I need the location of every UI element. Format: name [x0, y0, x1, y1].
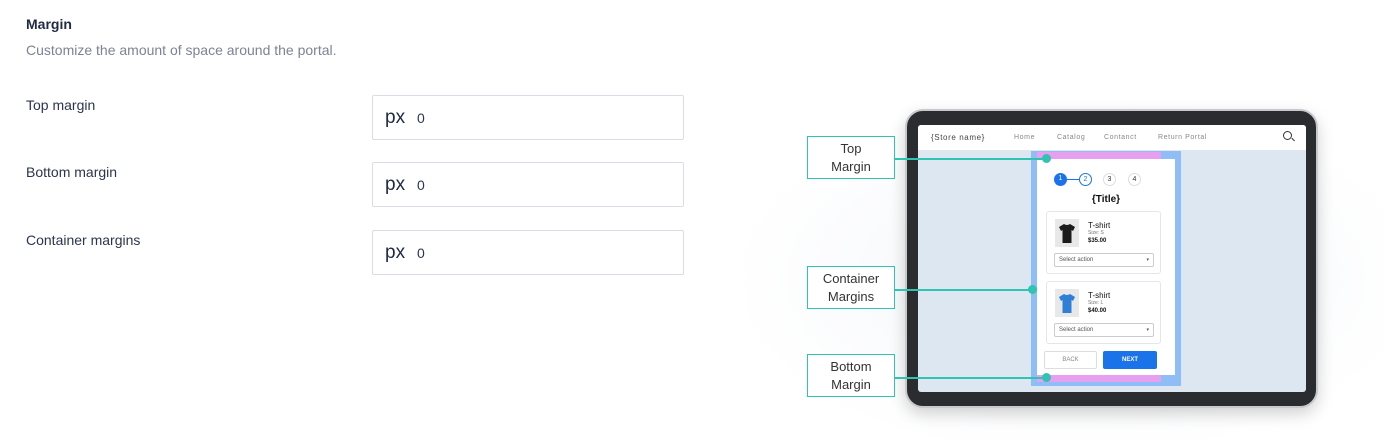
- step-1: 1: [1054, 173, 1067, 186]
- bottom-margin-field[interactable]: px: [372, 162, 684, 207]
- callout-line: Margin: [831, 159, 871, 174]
- section-description: Customize the amount of space around the…: [26, 42, 337, 58]
- step-2: 2: [1079, 173, 1092, 186]
- bottom-margin-label: Bottom margin: [26, 164, 118, 180]
- top-margin-label: Top margin: [26, 97, 96, 113]
- product-price: $40.00: [1088, 308, 1107, 314]
- product-name: T-shirt: [1088, 221, 1111, 230]
- bottom-margin-callout: Bottom Margin: [807, 354, 895, 397]
- step-connector: [1067, 179, 1079, 180]
- product-card: T-shirt Size: L $40.00 Select action: [1046, 281, 1161, 344]
- product-size: Size: L: [1088, 300, 1104, 306]
- bottom-margin-connector: [895, 377, 1046, 379]
- portal-title: {Title}: [1091, 194, 1121, 205]
- store-navbar: {Store name} Home Catalog Contanct Retur…: [918, 125, 1306, 151]
- nav-catalog: Catalog: [1057, 134, 1086, 141]
- nav-home: Home: [1014, 134, 1036, 141]
- tablet-illustration: {Store name} Home Catalog Contanct Retur…: [905, 109, 1318, 408]
- top-margin-connector: [895, 158, 1046, 160]
- top-margin-input[interactable]: [417, 109, 617, 126]
- container-margins-dot: [1028, 285, 1037, 294]
- callout-line: Margins: [827, 289, 875, 304]
- search-icon: [1283, 131, 1292, 140]
- bottom-margin-highlight: [1037, 375, 1161, 382]
- bottom-margin-input[interactable]: [417, 176, 617, 193]
- callout-line: Container: [822, 271, 880, 286]
- bottom-margin-unit: px: [385, 173, 406, 195]
- container-margins-field[interactable]: px: [372, 230, 684, 275]
- tshirt-icon: [1055, 289, 1079, 317]
- product-action-select: Select action: [1054, 323, 1154, 337]
- callout-line: Margin: [831, 377, 871, 392]
- tablet-screen: {Store name} Home Catalog Contanct Retur…: [918, 125, 1306, 392]
- top-margin-callout: Top Margin: [807, 136, 895, 179]
- bottom-margin-dot: [1042, 373, 1051, 382]
- step-4: 4: [1128, 173, 1141, 186]
- next-button: NEXT: [1103, 351, 1157, 369]
- portal-preview: 1 2 3 4 {Title} T-shirt Size: S $35.00 S…: [1037, 159, 1175, 375]
- container-margins-input[interactable]: [417, 244, 617, 261]
- top-margin-field[interactable]: px: [372, 95, 684, 140]
- tshirt-icon: [1055, 219, 1079, 247]
- nav-contact: Contanct: [1104, 134, 1137, 141]
- section-title: Margin: [26, 16, 72, 32]
- product-price: $35.00: [1088, 238, 1107, 244]
- nav-return-portal: Return Portal: [1158, 134, 1208, 141]
- step-3: 3: [1103, 173, 1116, 186]
- top-margin-highlight: [1037, 152, 1161, 159]
- container-margins-unit: px: [385, 241, 406, 263]
- back-button: BACK: [1044, 351, 1097, 369]
- product-name: T-shirt: [1088, 291, 1111, 300]
- callout-line: Top: [840, 141, 862, 156]
- container-margins-connector: [895, 289, 1033, 291]
- store-name: {Store name}: [931, 133, 985, 142]
- top-margin-dot: [1042, 154, 1051, 163]
- product-card: T-shirt Size: S $35.00 Select action: [1046, 211, 1161, 274]
- container-margins-label: Container margins: [26, 232, 141, 248]
- container-margins-callout: Container Margins: [807, 266, 895, 309]
- top-margin-unit: px: [385, 106, 406, 128]
- product-size: Size: S: [1088, 230, 1104, 236]
- callout-line: Bottom: [830, 359, 872, 374]
- product-action-select: Select action: [1054, 253, 1154, 267]
